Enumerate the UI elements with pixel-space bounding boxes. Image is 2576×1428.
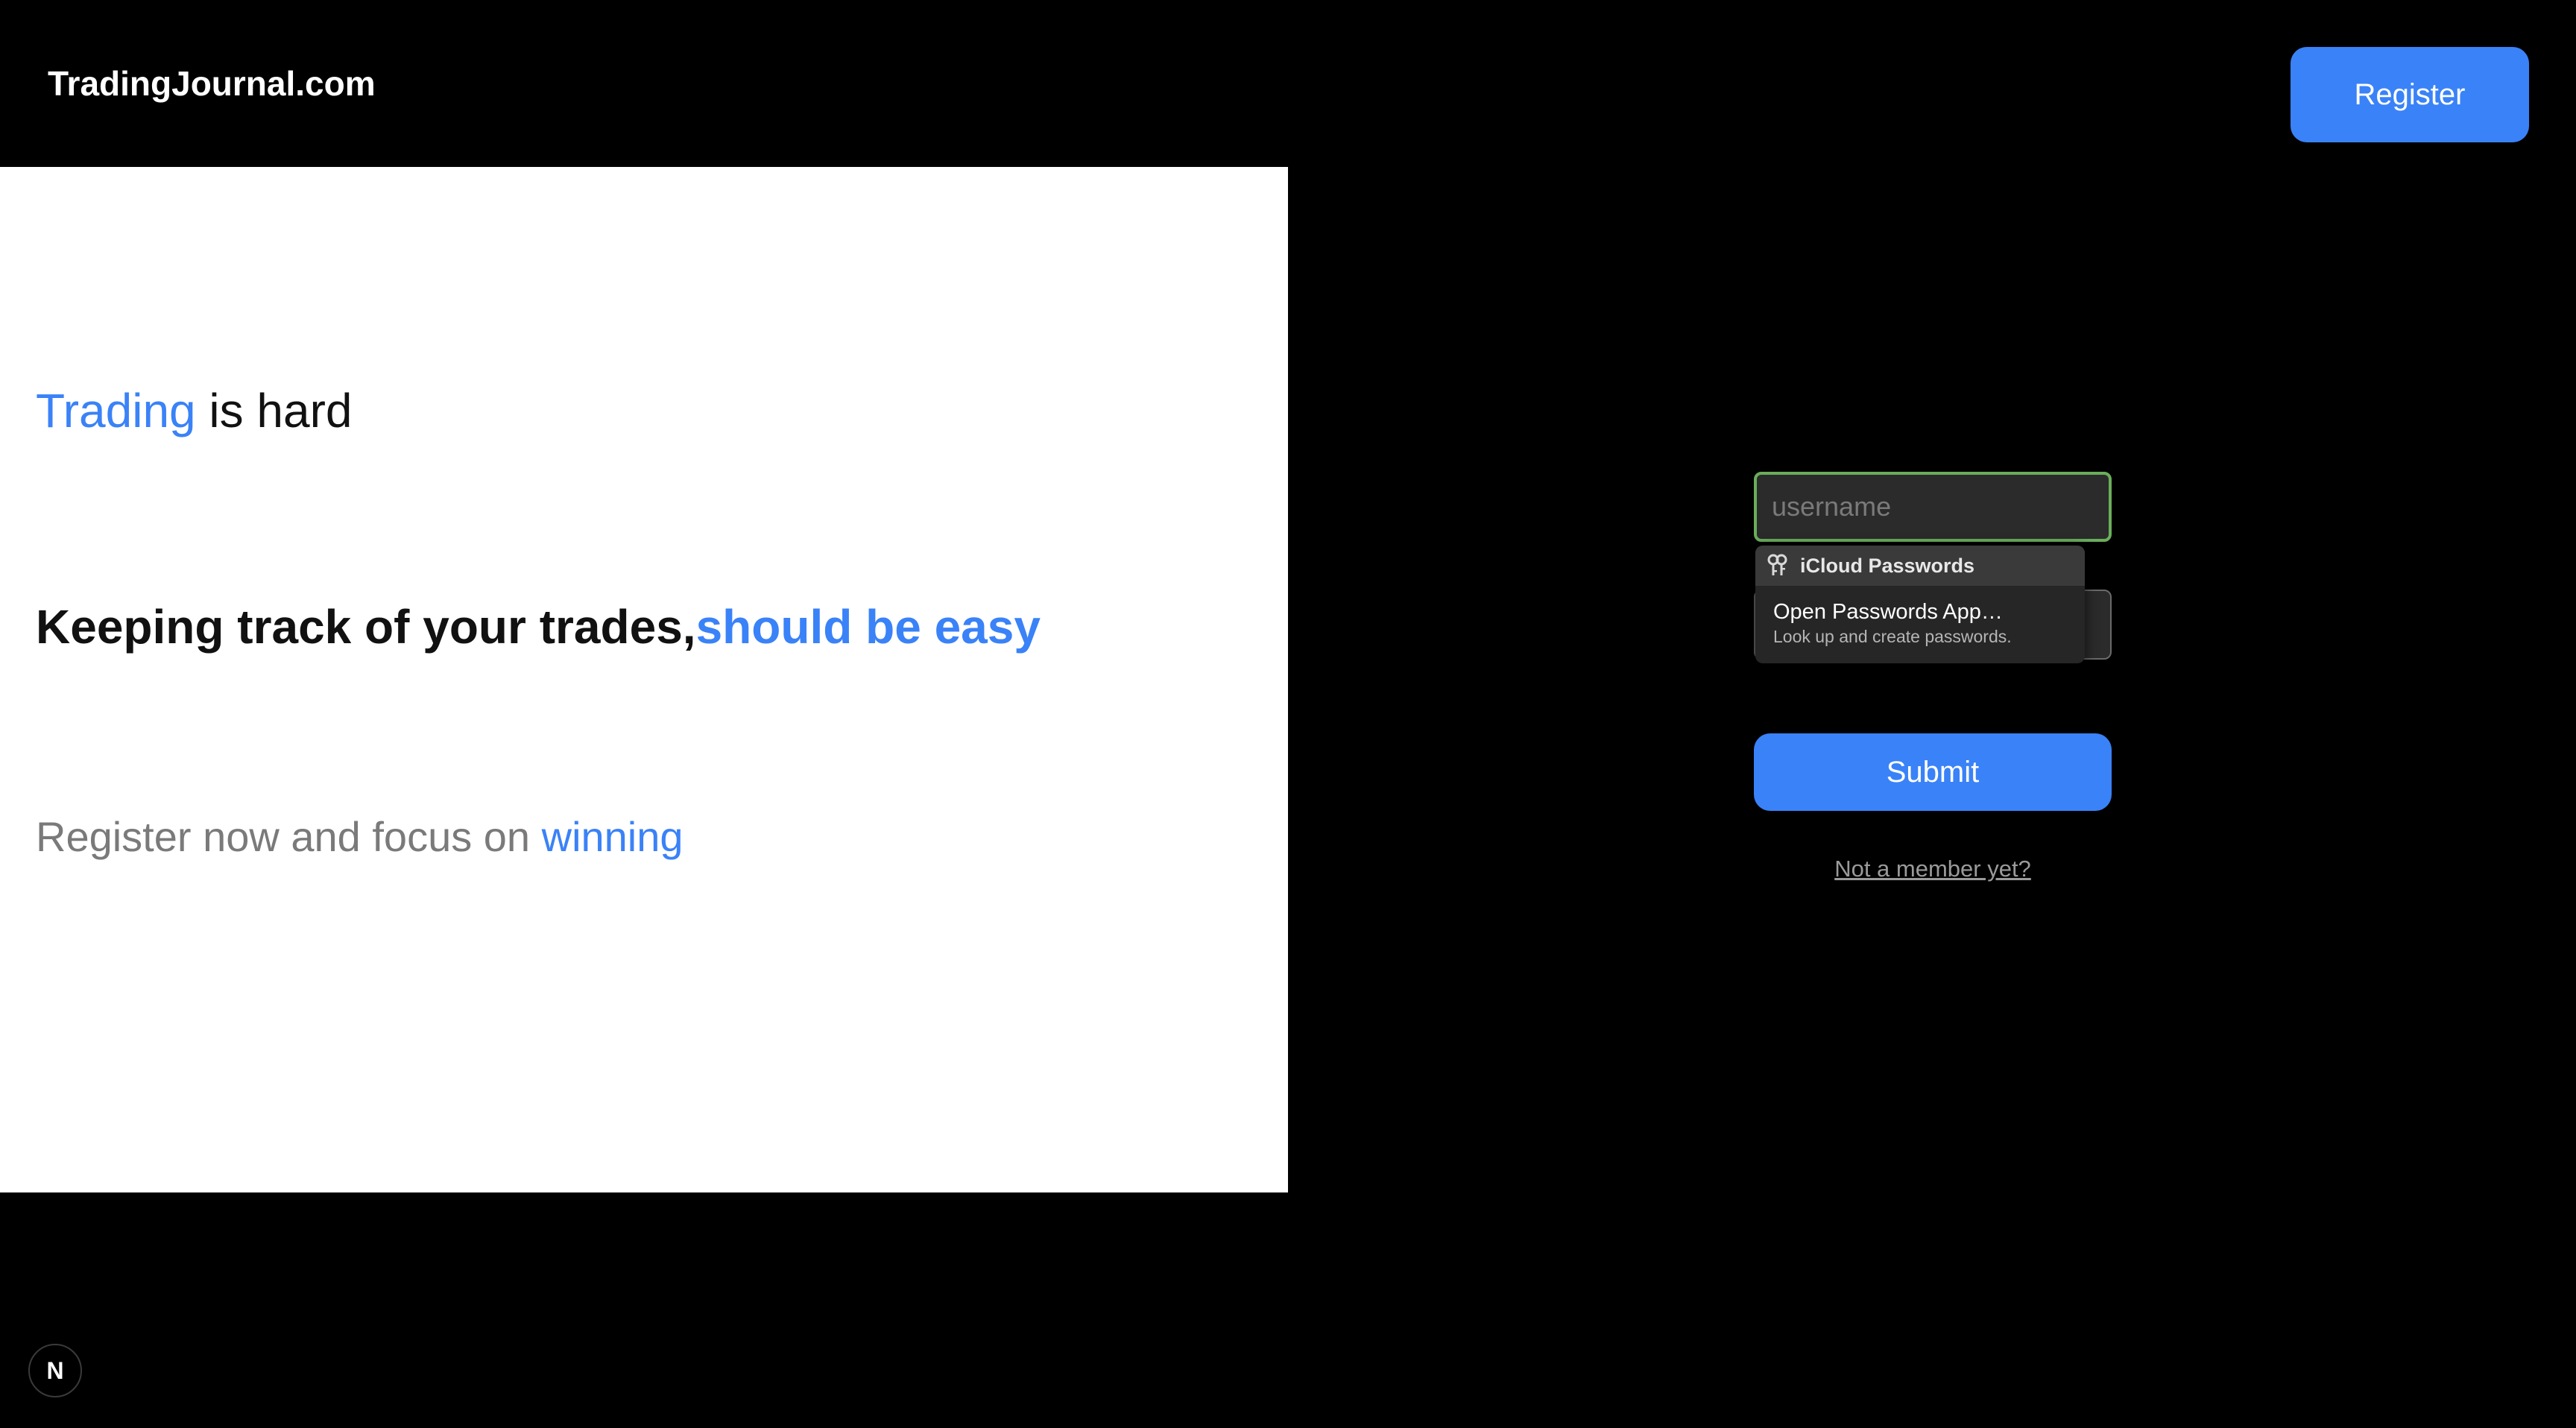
hero-headline: Trading is hard	[36, 383, 353, 438]
hero-tagline-main: Keeping track of your trades,	[36, 600, 696, 654]
autofill-item-subtitle: Look up and create passwords.	[1773, 627, 2012, 646]
page: TradingJournal.com Register Trading is h…	[0, 0, 2576, 1428]
hero-cta-text: Register now and focus on winning	[36, 812, 684, 861]
hero-headline-accent: Trading	[36, 384, 196, 437]
username-input[interactable]	[1754, 472, 2112, 542]
hero-tagline-accent: should be easy	[695, 600, 1041, 654]
submit-button[interactable]: Submit	[1754, 733, 2112, 811]
password-autofill-popup: iCloud Passwords Open Passwords App… Loo…	[1755, 546, 2085, 663]
autofill-header: iCloud Passwords	[1755, 546, 2085, 586]
not-member-link[interactable]: Not a member yet?	[1754, 856, 2112, 882]
autofill-header-label: iCloud Passwords	[1800, 554, 1975, 577]
hero-panel: Trading is hard Keeping track of your tr…	[0, 167, 1288, 1192]
autofill-item-title: Open Passwords App…	[1773, 600, 2003, 624]
hero-cta-accent: winning	[541, 813, 684, 860]
hero-headline-rest: is hard	[195, 384, 353, 437]
open-passwords-app-item[interactable]: Open Passwords App… Look up and create p…	[1755, 586, 2085, 648]
brand-logo-text[interactable]: TradingJournal.com	[48, 61, 376, 106]
hero-cta-main: Register now and focus on	[36, 813, 542, 860]
hero-tagline: Keeping track of your trades,should be e…	[36, 599, 1041, 654]
register-button[interactable]: Register	[2291, 47, 2529, 142]
framework-badge[interactable]: N	[28, 1344, 82, 1397]
key-icon	[1766, 554, 1788, 578]
